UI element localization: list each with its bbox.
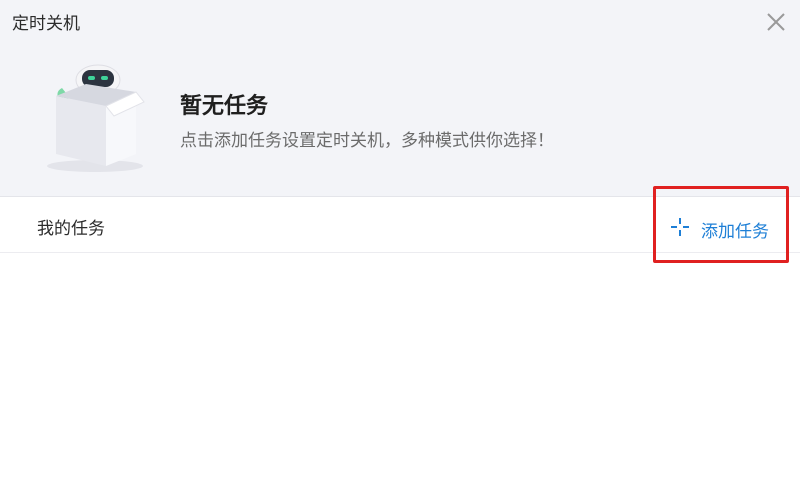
add-task-button[interactable]: 添加任务 <box>653 186 789 263</box>
plus-icon <box>671 218 689 236</box>
robot-box-illustration <box>47 64 145 172</box>
add-task-label: 添加任务 <box>701 222 769 242</box>
close-icon[interactable] <box>760 6 792 38</box>
empty-state-header: 定时关机 暂无任务 点击添加任务设置定时关机，多种模式供你选择！ <box>0 0 800 196</box>
empty-state-title: 暂无任务 <box>180 94 269 119</box>
window-title: 定时关机 <box>12 14 80 34</box>
my-tasks-label: 我的任务 <box>37 219 105 239</box>
shutdown-timer-window: 定时关机 暂无任务 点击添加任务设置定时关机，多种模式供你选择！ 我的任务 添加… <box>0 0 800 492</box>
empty-state-description: 点击添加任务设置定时关机，多种模式供你选择！ <box>180 131 554 151</box>
